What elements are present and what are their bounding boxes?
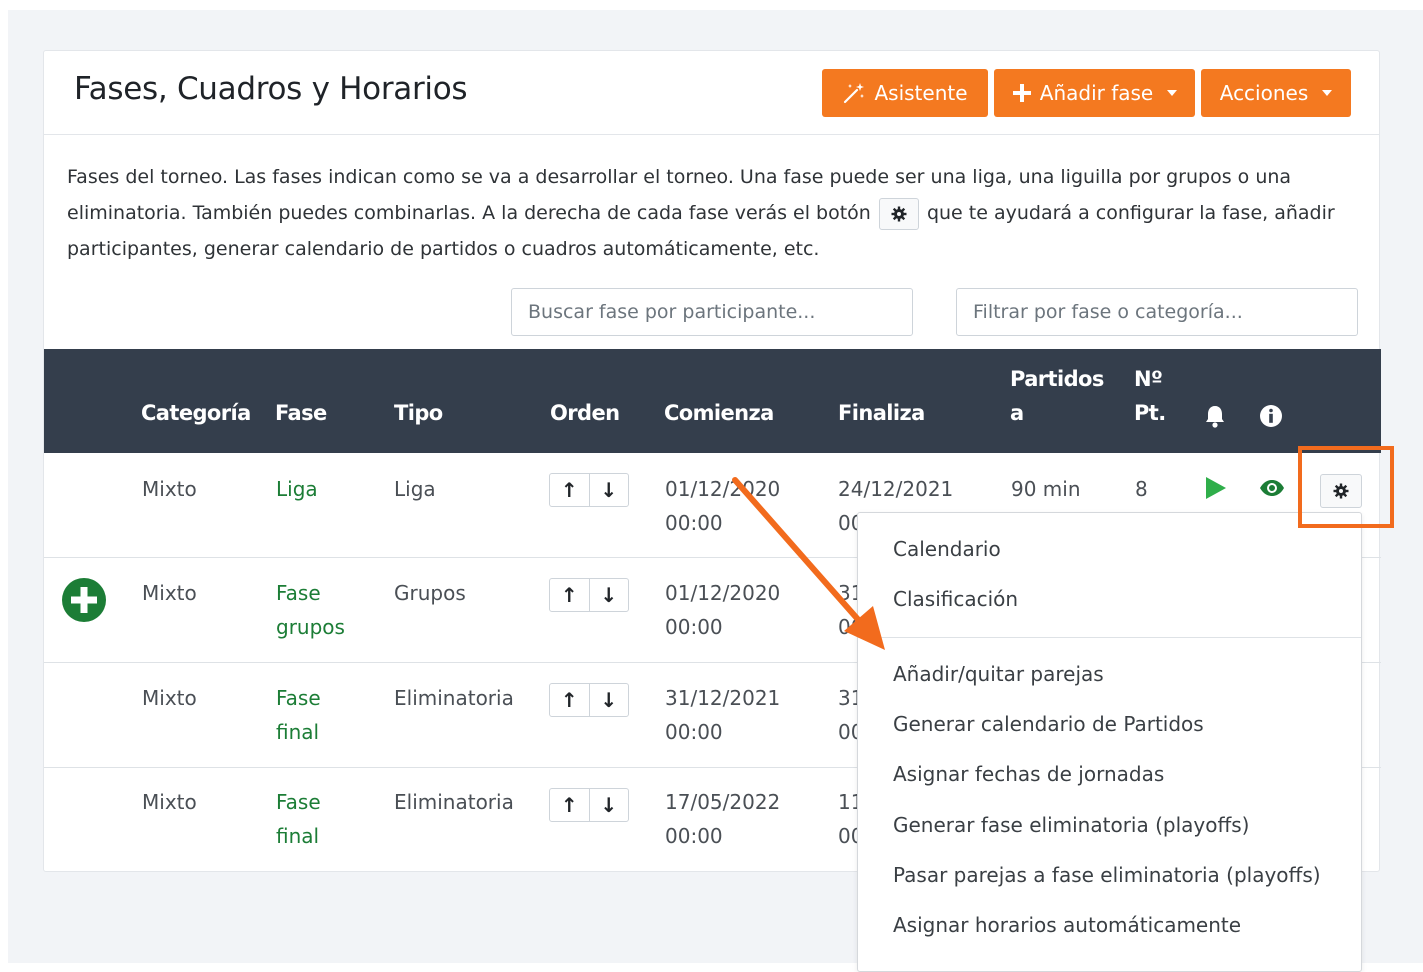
row-category: Mixto (142, 686, 197, 710)
row-match-duration: 90 min (1011, 477, 1081, 501)
table-header: Categoría Fase Tipo Orden Comienza Final… (44, 349, 1381, 453)
header-matches-line1: Partidos (1010, 367, 1104, 391)
move-down-button[interactable]: ↓ (588, 789, 629, 821)
row-phase-link[interactable]: Fase (276, 785, 321, 819)
move-up-button[interactable]: ↑ (550, 474, 589, 506)
move-down-button[interactable]: ↓ (588, 474, 629, 506)
page-title: Fases, Cuadros y Horarios (74, 71, 468, 107)
eye-icon[interactable] (1259, 479, 1285, 497)
move-down-button[interactable]: ↓ (588, 684, 629, 716)
row-type: Liga (394, 477, 436, 501)
settings-dropdown-menu: Calendario Clasificación Añadir/quitar p… (857, 512, 1362, 972)
row-phase-link[interactable]: Liga (276, 472, 318, 506)
header-matches-line2: a (1010, 401, 1024, 425)
row-phase-link-line2[interactable]: final (276, 715, 319, 749)
order-buttons: ↑ ↓ (549, 683, 629, 717)
row-start-date: 01/12/2020 (665, 581, 781, 605)
row-phase-link-line2[interactable]: grupos (276, 610, 345, 644)
menu-item-auto-assign-times[interactable]: Asignar horarios automáticamente (893, 913, 1241, 937)
header-phase: Fase (275, 401, 327, 425)
header-points-line1: Nº (1134, 367, 1163, 391)
info-icon (1260, 405, 1282, 427)
header-points-line2: Pt. (1134, 401, 1166, 425)
menu-item-calendar[interactable]: Calendario (893, 537, 1001, 561)
inline-gear-button (878, 197, 919, 230)
row-category: Mixto (142, 477, 197, 501)
menu-item-assign-round-dates[interactable]: Asignar fechas de jornadas (893, 762, 1164, 786)
header-type: Tipo (394, 401, 443, 425)
header-category: Categoría (141, 401, 251, 425)
row-end-date: 24/12/2021 (838, 477, 954, 501)
plus-icon (1012, 84, 1031, 102)
card-header: Fases, Cuadros y Horarios Asistente Añad… (44, 51, 1379, 135)
row-phase-link[interactable]: Fase (276, 576, 321, 610)
caret-down-icon (1322, 90, 1333, 96)
magic-wand-icon (844, 83, 865, 104)
assistant-button[interactable]: Asistente (822, 69, 988, 117)
phase-filter-input[interactable] (956, 288, 1358, 336)
row-start-time: 00:00 (665, 511, 723, 535)
annotation-highlight-box (1298, 446, 1394, 528)
move-up-button[interactable]: ↑ (550, 789, 589, 821)
add-phase-button-label: Añadir fase (1039, 81, 1154, 105)
add-circle-icon[interactable] (61, 577, 107, 623)
participant-search-input[interactable] (511, 288, 913, 336)
row-phase-link[interactable]: Fase (276, 681, 321, 715)
row-type: Eliminatoria (394, 686, 514, 710)
menu-item-move-pairs-to-playoffs[interactable]: Pasar parejas a fase eliminatoria (playo… (893, 863, 1321, 887)
menu-item-generate-playoffs[interactable]: Generar fase eliminatoria (playoffs) (893, 813, 1249, 837)
gear-icon (891, 206, 907, 221)
row-start-date: 01/12/2020 (665, 477, 781, 501)
order-buttons: ↑ ↓ (549, 788, 629, 822)
description-text: Fases del torneo. Las fases indican como… (67, 159, 1347, 267)
menu-item-add-remove-pairs[interactable]: Añadir/quitar parejas (893, 662, 1104, 686)
assistant-button-label: Asistente (874, 81, 968, 105)
bell-icon (1206, 406, 1224, 428)
caret-down-icon (1167, 90, 1178, 96)
row-start-time: 00:00 (665, 720, 723, 744)
row-category: Mixto (142, 581, 197, 605)
row-points: 8 (1135, 477, 1148, 501)
move-down-button[interactable]: ↓ (588, 579, 629, 611)
move-up-button[interactable]: ↑ (550, 579, 589, 611)
menu-item-standings[interactable]: Clasificación (893, 587, 1018, 611)
header-ends: Finaliza (838, 401, 925, 425)
add-phase-button[interactable]: Añadir fase (994, 69, 1195, 117)
row-start-time: 00:00 (665, 615, 723, 639)
header-starts: Comienza (664, 401, 774, 425)
header-order: Orden (550, 401, 620, 425)
row-start-date: 17/05/2022 (665, 790, 781, 814)
order-buttons: ↑ ↓ (549, 578, 629, 612)
row-category: Mixto (142, 790, 197, 814)
row-type: Grupos (394, 581, 466, 605)
menu-item-generate-match-calendar[interactable]: Generar calendario de Partidos (893, 712, 1204, 736)
play-icon[interactable] (1206, 477, 1226, 499)
row-phase-link-line2[interactable]: final (276, 819, 319, 853)
actions-button-label: Acciones (1219, 81, 1309, 105)
menu-divider (858, 637, 1361, 638)
row-start-time: 00:00 (665, 824, 723, 848)
move-up-button[interactable]: ↑ (550, 684, 589, 716)
row-start-date: 31/12/2021 (665, 686, 781, 710)
actions-button[interactable]: Acciones (1201, 69, 1351, 117)
order-buttons: ↑ ↓ (549, 473, 629, 507)
row-type: Eliminatoria (394, 790, 514, 814)
